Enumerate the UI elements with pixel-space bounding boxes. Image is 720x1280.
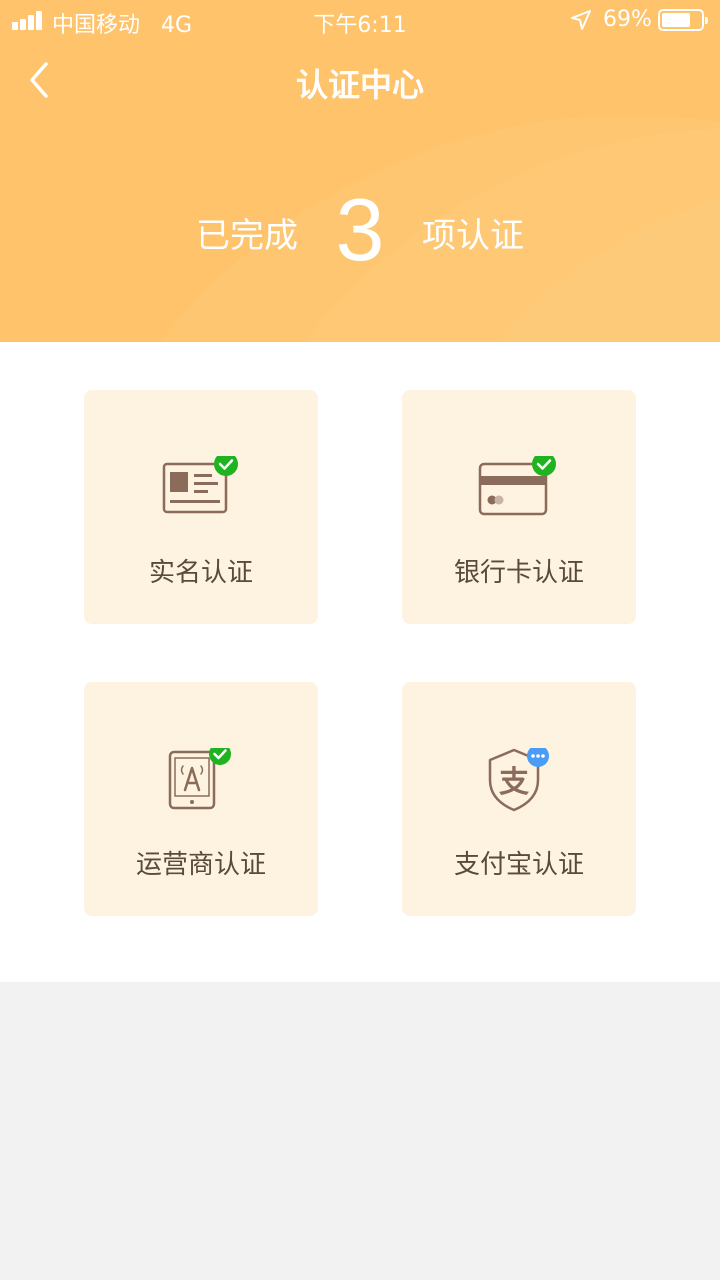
verification-card-carrier[interactable]: 运营商认证: [84, 682, 318, 916]
battery-icon: [658, 9, 708, 31]
location-arrow-icon: [571, 10, 591, 30]
card-label: 银行卡认证: [453, 558, 584, 588]
battery-percent: 69%: [603, 7, 652, 32]
id-card-icon: [162, 456, 238, 514]
verification-card-alipay[interactable]: 支 支付宝认证: [402, 682, 636, 916]
verified-check-icon: [214, 456, 238, 476]
card-label: 实名认证: [148, 558, 253, 588]
card-label: 运营商认证: [135, 850, 266, 880]
page-title: 认证中心: [295, 66, 424, 104]
summary-suffix: 项认证: [422, 216, 524, 256]
verification-card-bankcard[interactable]: 银行卡认证: [402, 390, 636, 624]
summary-prefix: 已完成: [196, 216, 298, 256]
card-label: 支付宝认证: [453, 850, 584, 880]
bank-card-icon: [478, 456, 556, 516]
svg-text:支: 支: [499, 765, 529, 800]
verification-panel: 实名认证 银行卡认证 运营商认证 支 支付宝认证: [0, 342, 720, 982]
verified-check-icon: [209, 748, 231, 765]
header-banner: [0, 0, 720, 342]
carrier-phone-icon: [168, 748, 231, 810]
verification-card-realname[interactable]: 实名认证: [84, 390, 318, 624]
verified-check-icon: [532, 456, 556, 476]
status-bar: 中国移动 4G 下午6:11 69%: [0, 0, 720, 40]
alipay-icon: 支: [488, 748, 549, 812]
completed-count: 3: [335, 180, 385, 279]
